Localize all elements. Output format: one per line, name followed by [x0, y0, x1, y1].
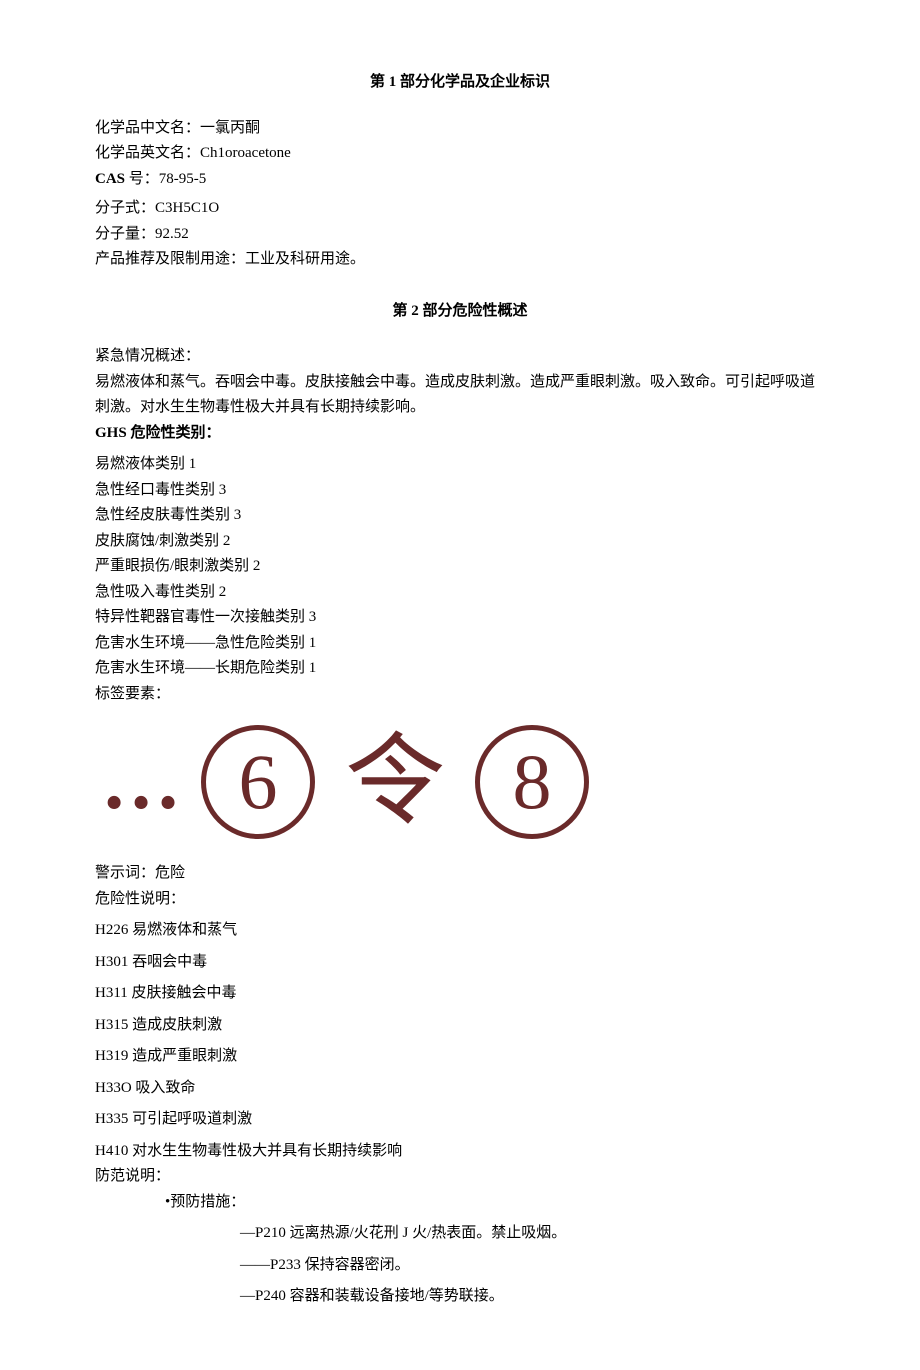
ghs-item: 皮肤腐蚀/刺激类别 2 — [95, 529, 825, 555]
section-2-title: 第 2 部分危险性概述 — [95, 299, 825, 325]
section-2-prefix: 第 — [392, 303, 407, 319]
name-en-label: 化学品英文名： — [95, 145, 200, 161]
ghs-item: 特异性靶器官毒性一次接触类别 3 — [95, 605, 825, 631]
document-page: 第 1 部分化学品及企业标识 化学品中文名：一氯丙酮 化学品英文名：Ch1oro… — [0, 0, 920, 1370]
ghs-item: 急性吸入毒性类别 2 — [95, 580, 825, 606]
pictogram-ling-icon: 令 — [345, 732, 445, 832]
name-en-value: Ch1oroacetone — [200, 145, 291, 161]
signal-value: 危险 — [155, 865, 185, 881]
usage-label: 产品推荐及限制用途： — [95, 251, 245, 267]
pictogram-six-text: 6 — [239, 743, 278, 821]
ghs-item: 急性经皮肤毒性类别 3 — [95, 503, 825, 529]
name-en-line: 化学品英文名：Ch1oroacetone — [95, 141, 825, 167]
formula-line: 分子式：C3H5C1O — [95, 196, 825, 222]
ghs-item: 严重眼损伤/眼刺激类别 2 — [95, 554, 825, 580]
hazard-statement-label: 危险性说明： — [95, 887, 825, 913]
signal-word-line: 警示词：危险 — [95, 861, 825, 887]
section-1-number: 1 — [389, 74, 397, 90]
name-cn-label: 化学品中文名： — [95, 120, 200, 136]
formula-value: C3H5C1O — [155, 200, 219, 216]
prevention-item: —P210 远离热源/火花刑 J 火/热表面。禁止吸烟。 — [95, 1221, 825, 1247]
hazard-item: H226 易燃液体和蒸气 — [95, 918, 825, 944]
section-1-title: 第 1 部分化学品及企业标识 — [95, 70, 825, 96]
emergency-text: 易燃液体和蒸气。吞咽会中毒。皮肤接触会中毒。造成皮肤刺激。造成严重眼刺激。吸入致… — [95, 370, 825, 421]
cas-suffix: 号： — [129, 171, 159, 187]
hazard-item: H301 吞咽会中毒 — [95, 950, 825, 976]
section-1-prefix: 第 — [370, 74, 385, 90]
pictogram-six-icon: 6 — [201, 725, 315, 839]
hazard-item: H410 对水生生物毒性极大并具有长期持续影响 — [95, 1139, 825, 1165]
name-cn-value: 一氯丙酮 — [200, 120, 260, 136]
weight-label: 分子量： — [95, 226, 155, 242]
hazard-item: H311 皮肤接触会中毒 — [95, 981, 825, 1007]
ghs-label-prefix: GHS — [95, 425, 127, 441]
pictogram-row: … 6 令 8 — [95, 725, 825, 839]
pictogram-dots-icon: … — [101, 742, 171, 822]
ghs-item: 易燃液体类别 1 — [95, 452, 825, 478]
ghs-list: 易燃液体类别 1 急性经口毒性类别 3 急性经皮肤毒性类别 3 皮肤腐蚀/刺激类… — [95, 452, 825, 682]
ghs-label-suffix: 危险性类别： — [130, 425, 220, 441]
section-2-suffix: 部分危险性概述 — [423, 303, 528, 319]
pictogram-eight-text: 8 — [513, 743, 552, 821]
formula-label: 分子式： — [95, 200, 155, 216]
cas-value: 78-95-5 — [159, 171, 207, 187]
cas-label: CAS — [95, 171, 125, 187]
precaution-label: 防范说明： — [95, 1164, 825, 1190]
signal-label: 警示词： — [95, 865, 155, 881]
name-cn-line: 化学品中文名：一氯丙酮 — [95, 116, 825, 142]
cas-line: CAS 号：78-95-5 — [95, 167, 825, 193]
ghs-item: 危害水生环境——长期危险类别 1 — [95, 656, 825, 682]
section-2-number: 2 — [411, 303, 419, 319]
usage-value: 工业及科研用途。 — [245, 251, 365, 267]
hazard-list: H226 易燃液体和蒸气 H301 吞咽会中毒 H311 皮肤接触会中毒 H31… — [95, 918, 825, 1164]
hazard-item: H33O 吸入致命 — [95, 1076, 825, 1102]
usage-line: 产品推荐及限制用途：工业及科研用途。 — [95, 247, 825, 273]
prevention-label: •预防措施： — [95, 1190, 825, 1216]
ghs-item: 危害水生环境——急性危险类别 1 — [95, 631, 825, 657]
weight-line: 分子量：92.52 — [95, 222, 825, 248]
ghs-label-line: GHS 危险性类别： — [95, 421, 825, 447]
prevention-item: —P240 容器和装载设备接地/等势联接。 — [95, 1284, 825, 1310]
section-1-suffix: 部分化学品及企业标识 — [400, 74, 550, 90]
hazard-item: H315 造成皮肤刺激 — [95, 1013, 825, 1039]
label-elements: 标签要素： — [95, 682, 825, 708]
emergency-label: 紧急情况概述： — [95, 344, 825, 370]
prevention-item: ——P233 保持容器密闭。 — [95, 1253, 825, 1279]
ghs-item: 急性经口毒性类别 3 — [95, 478, 825, 504]
hazard-item: H335 可引起呼吸道刺激 — [95, 1107, 825, 1133]
hazard-item: H319 造成严重眼刺激 — [95, 1044, 825, 1070]
pictogram-eight-icon: 8 — [475, 725, 589, 839]
weight-value: 92.52 — [155, 226, 189, 242]
